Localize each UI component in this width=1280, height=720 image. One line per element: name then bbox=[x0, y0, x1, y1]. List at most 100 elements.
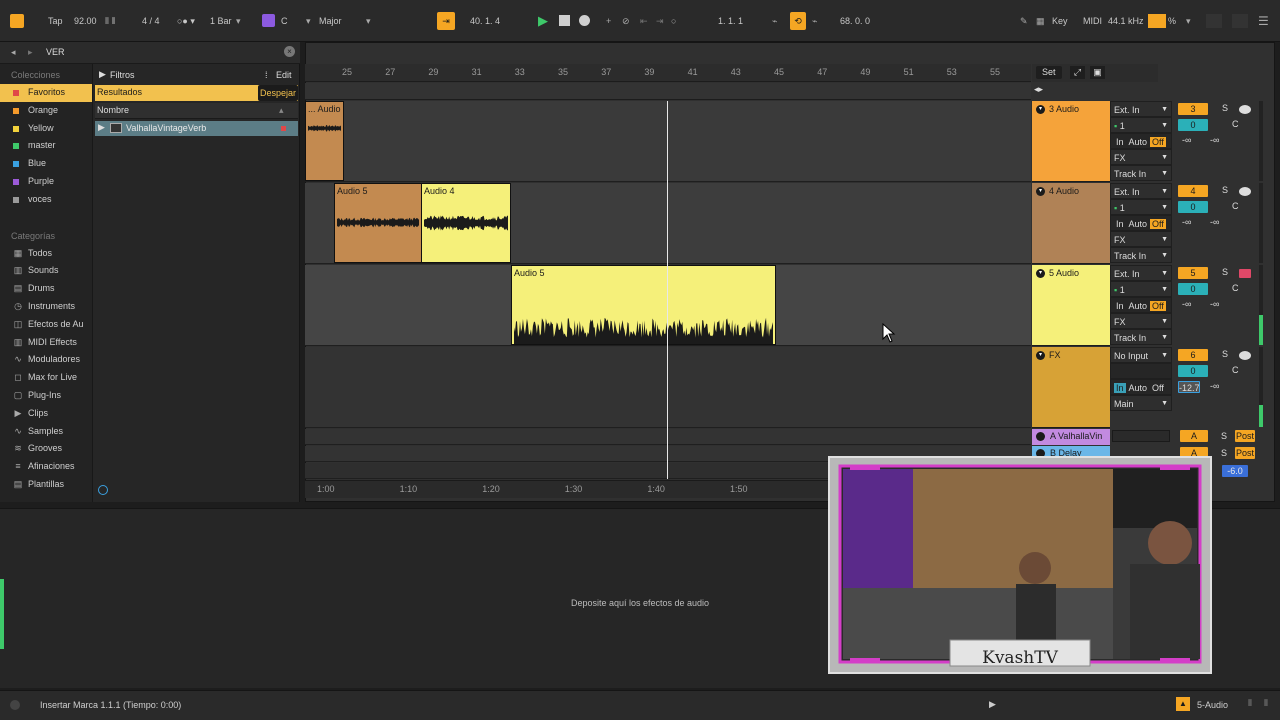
track-fold-icon[interactable]: ▾ bbox=[1036, 351, 1045, 361]
monitor-in-button[interactable]: In bbox=[1114, 137, 1126, 147]
record-icon[interactable] bbox=[579, 15, 590, 26]
track-number-button[interactable]: 5 bbox=[1178, 267, 1208, 279]
key-select[interactable]: C bbox=[281, 12, 288, 30]
return-track-a[interactable]: A ValhallaVin bbox=[1032, 429, 1110, 445]
input-type-select[interactable]: Ext. In ▼ bbox=[1110, 265, 1172, 281]
category-item[interactable]: ▶ Clips bbox=[0, 405, 92, 423]
filters-toggle-icon[interactable]: ▶ bbox=[99, 69, 106, 80]
key-scale-icon[interactable] bbox=[262, 14, 275, 27]
collection-item[interactable]: master bbox=[0, 137, 92, 155]
filters-label[interactable]: Filtros bbox=[110, 70, 135, 80]
menu-icon[interactable]: ☰ bbox=[1258, 12, 1269, 30]
pan-field[interactable]: C bbox=[1232, 283, 1239, 293]
return-a-input[interactable] bbox=[1112, 430, 1170, 442]
scale-select[interactable]: Major bbox=[319, 12, 342, 30]
input-channel-select[interactable]: ▪ 1 ▼ bbox=[1110, 117, 1172, 133]
category-item[interactable]: ≡ Afinaciones bbox=[0, 458, 92, 476]
output-select[interactable]: Main ▼ bbox=[1110, 395, 1172, 411]
monitor-off-button[interactable]: Off bbox=[1150, 383, 1166, 393]
return-a-solo[interactable]: S bbox=[1221, 431, 1227, 441]
key-map-button[interactable]: Key bbox=[1052, 12, 1068, 30]
punch-in-icon[interactable]: ⌁ bbox=[772, 12, 777, 30]
arrangement-position[interactable]: 40. 1. 4 bbox=[470, 12, 500, 30]
metronome-icon[interactable]: ⦀ ⦀ bbox=[105, 12, 115, 30]
locator-strip[interactable] bbox=[305, 83, 1031, 100]
draw-mode-icon[interactable]: ✎ bbox=[1020, 12, 1028, 30]
track-header[interactable]: ▾ 4 Audio bbox=[1032, 183, 1110, 264]
track-header[interactable]: ▾ 3 Audio bbox=[1032, 101, 1110, 182]
automation-arm-icon[interactable]: ⊘ bbox=[622, 12, 630, 30]
play-icon[interactable]: ▶ bbox=[538, 12, 548, 30]
detail-toggle-icon[interactable]: ⦀ bbox=[1264, 698, 1268, 709]
collection-item[interactable]: Orange bbox=[0, 102, 92, 120]
category-item[interactable]: ▢ Plug-Ins bbox=[0, 387, 92, 405]
sort-icon[interactable]: ▴ bbox=[279, 105, 284, 116]
monitor-in-button[interactable]: In bbox=[1114, 383, 1126, 393]
stop-icon[interactable] bbox=[559, 15, 570, 26]
audio-clip[interactable]: Audio 5 bbox=[511, 265, 776, 345]
pan-field[interactable]: C bbox=[1232, 201, 1239, 211]
set-button[interactable]: Set bbox=[1036, 66, 1062, 79]
back-icon[interactable]: ◂ bbox=[11, 47, 16, 58]
collection-item[interactable]: Blue bbox=[0, 155, 92, 173]
track-header[interactable]: ▾ FX bbox=[1032, 347, 1110, 428]
track-lane-fx[interactable] bbox=[305, 347, 1031, 428]
category-item[interactable]: ∿ Samples bbox=[0, 423, 92, 441]
return-b-solo[interactable]: S bbox=[1221, 448, 1227, 458]
arm-button[interactable] bbox=[1239, 187, 1251, 196]
input-type-select[interactable]: No Input ▼ bbox=[1110, 347, 1172, 363]
audio-clip[interactable]: Audio 5 bbox=[334, 183, 422, 263]
edit-button[interactable]: Edit bbox=[276, 70, 292, 80]
result-item[interactable]: ▶ ValhallaVintageVerb bbox=[95, 121, 298, 136]
browser-toggle-icon[interactable] bbox=[10, 14, 24, 28]
key-chevron-icon[interactable]: ▾ bbox=[306, 12, 311, 30]
tap-button[interactable]: Tap bbox=[48, 12, 63, 30]
monitor-in-button[interactable]: In bbox=[1114, 219, 1126, 229]
collection-item[interactable]: voces bbox=[0, 191, 92, 209]
monitor-auto-button[interactable]: Auto bbox=[1126, 137, 1151, 147]
monitor-in-button[interactable]: In bbox=[1114, 301, 1126, 311]
collection-item[interactable]: Favoritos bbox=[0, 84, 92, 102]
category-item[interactable]: ▤ Plantillas bbox=[0, 476, 92, 494]
scale-chevron-icon[interactable]: ▾ bbox=[366, 12, 371, 30]
input-type-select[interactable]: Ext. In ▼ bbox=[1110, 101, 1172, 117]
scroll-arrows-icon[interactable]: ◂▸ bbox=[1034, 84, 1043, 95]
solo-button[interactable]: S bbox=[1222, 349, 1228, 359]
input-type-select[interactable]: Ext. In ▼ bbox=[1110, 183, 1172, 199]
expand-icon[interactable]: ▶ bbox=[98, 122, 105, 133]
forward-icon[interactable]: ▸ bbox=[28, 47, 33, 58]
category-item[interactable]: ◻ Max for Live bbox=[0, 369, 92, 387]
re-enable-automation-icon[interactable]: ⇤ bbox=[640, 12, 648, 30]
overdub-icon[interactable]: + bbox=[606, 12, 611, 30]
quantize-select[interactable]: 1 Bar bbox=[210, 12, 232, 30]
volume-field[interactable]: 0 bbox=[1178, 201, 1208, 213]
return-lane-a[interactable] bbox=[305, 429, 1031, 445]
return-a-letter[interactable]: A bbox=[1180, 430, 1208, 442]
input-channel-select[interactable]: ▪ 1 ▼ bbox=[1110, 199, 1172, 215]
collection-item[interactable]: Purple bbox=[0, 173, 92, 191]
track-fold-icon[interactable] bbox=[1036, 432, 1045, 441]
mixer-toggle-icon[interactable]: ⦀ bbox=[1248, 698, 1252, 709]
audio-clip[interactable]: Audio 4 bbox=[421, 183, 511, 263]
fx-select[interactable]: FX ▼ bbox=[1110, 313, 1172, 329]
monitor-off-button[interactable]: Off bbox=[1150, 219, 1166, 229]
keyboard-icon[interactable]: ▦ bbox=[1036, 12, 1045, 30]
track-warning-icon[interactable]: ▲ bbox=[1176, 697, 1190, 711]
capture-icon[interactable]: ⇥ bbox=[656, 12, 664, 30]
category-item[interactable]: ▤ Drums bbox=[0, 280, 92, 298]
track-fold-icon[interactable]: ▾ bbox=[1036, 105, 1045, 115]
input-channel-select[interactable]: ▪ 1 ▼ bbox=[1110, 281, 1172, 297]
clear-results-button[interactable]: Despejar bbox=[258, 85, 299, 101]
loop-start[interactable]: 1. 1. 1 bbox=[718, 12, 743, 30]
volume-db-field[interactable]: -12.7 bbox=[1178, 381, 1200, 393]
search-input[interactable]: VER bbox=[46, 47, 65, 57]
category-item[interactable]: ≋ Grooves bbox=[0, 440, 92, 458]
track-number-button[interactable]: 6 bbox=[1178, 349, 1208, 361]
return-b-post[interactable]: Post bbox=[1235, 447, 1255, 459]
pan-field[interactable]: C bbox=[1232, 119, 1239, 129]
expand-icon[interactable]: ⤢ bbox=[1070, 66, 1085, 79]
volume-field[interactable]: 0 bbox=[1178, 283, 1208, 295]
monitor-auto-button[interactable]: Auto bbox=[1126, 219, 1151, 229]
category-item[interactable]: ∿ Moduladores bbox=[0, 351, 92, 369]
time-signature[interactable]: 4 / 4 bbox=[142, 12, 160, 30]
